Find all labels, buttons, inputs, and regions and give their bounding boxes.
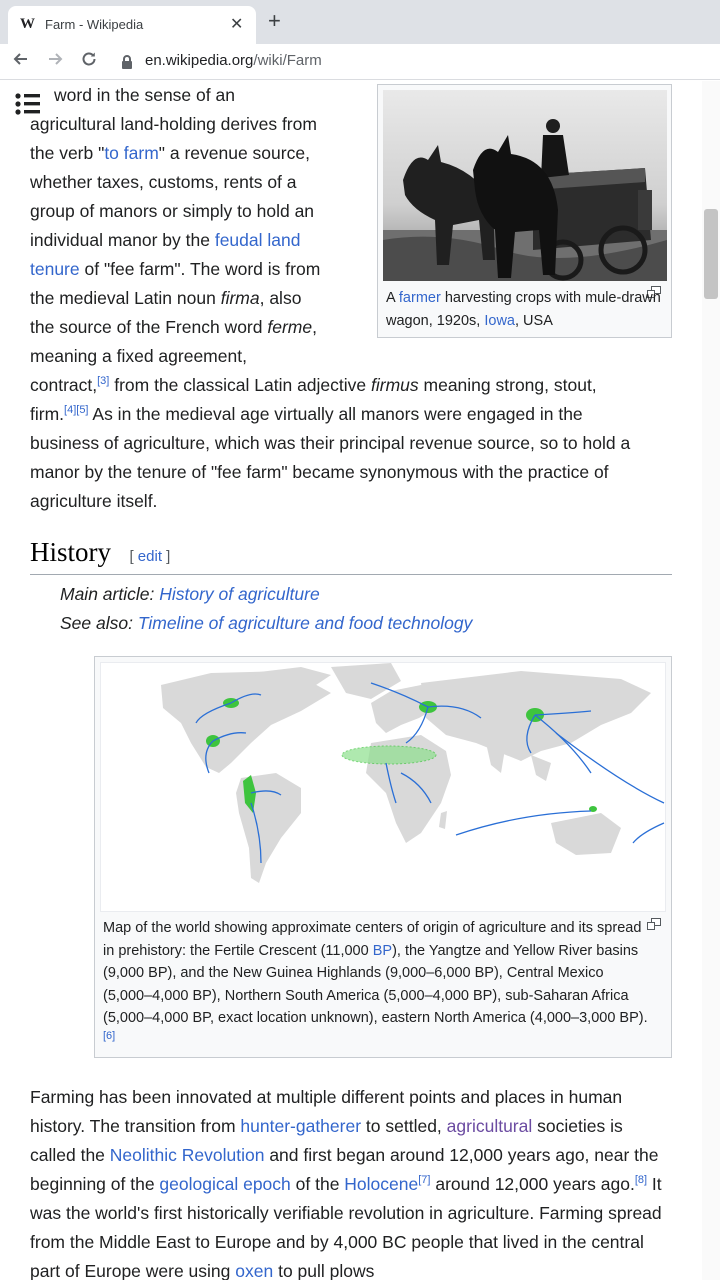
forward-arrow-icon[interactable]	[46, 50, 64, 72]
link-bp[interactable]: BP	[373, 943, 392, 959]
text-run: ,	[312, 317, 317, 337]
link-to-farm[interactable]: to farm	[104, 143, 158, 163]
url-host: en.wikipedia.org	[145, 52, 254, 69]
caption-text: A	[386, 290, 399, 306]
url-path: /wiki/Farm	[253, 52, 322, 69]
link-hunter-gatherer[interactable]: hunter-gatherer	[240, 1116, 361, 1136]
text-run: of the	[290, 1174, 345, 1194]
section-title: History	[30, 537, 111, 567]
text-run: As in the medieval age virtually all man…	[88, 404, 583, 424]
history-section-heading: History [ edit ]	[30, 537, 672, 575]
text-line: manor by the tenure of "fee farm" became…	[30, 462, 609, 482]
text-line: the verb "to farm" a revenue source,	[30, 139, 365, 168]
hatnote-label: See also:	[60, 613, 138, 633]
italic-term: ferme	[267, 317, 313, 337]
italic-term: firma	[220, 288, 260, 308]
text-run: individual manor by the	[30, 230, 215, 250]
lock-icon[interactable]	[120, 54, 134, 70]
text-line: word in the sense of an	[54, 85, 235, 105]
citation-4-5[interactable]: [4][5]	[64, 404, 88, 416]
farmer-figure-caption: A farmer harvesting crops with mule-draw…	[386, 287, 664, 333]
text-run: to pull plows	[273, 1261, 375, 1280]
link-feudal-land[interactable]: feudal land	[215, 230, 301, 250]
text-run: the medieval Latin noun	[30, 288, 221, 308]
agriculture-origin-map-figure: Map of the world showing approximate cen…	[94, 656, 672, 1058]
link-iowa[interactable]: Iowa	[484, 313, 515, 329]
browser-toolbar: en.wikipedia.org/wiki/Farm	[0, 44, 720, 80]
link-timeline-agriculture[interactable]: Timeline of agriculture and food technol…	[138, 613, 473, 633]
text-run: firm.	[30, 404, 65, 424]
link-agricultural[interactable]: agricultural	[447, 1116, 533, 1136]
main-article-hatnote: Main article: History of agriculture	[60, 584, 320, 605]
close-tab-icon[interactable]: ✕	[230, 14, 243, 34]
text-run: from the classical Latin adjective	[109, 375, 372, 395]
new-tab-icon[interactable]: +	[268, 10, 281, 32]
link-farmer[interactable]: farmer	[399, 290, 441, 306]
edit-link[interactable]: edit	[138, 548, 162, 565]
link-history-of-agriculture[interactable]: History of agriculture	[159, 584, 319, 604]
text-line: tenure of "fee farm". The word is from	[30, 255, 365, 284]
edit-section: [ edit ]	[129, 548, 170, 565]
text-run: meaning strong, stout,	[418, 375, 597, 395]
text-run: " a revenue source,	[158, 143, 310, 163]
text-run: of "fee farm". The word is from	[79, 259, 321, 279]
table-of-contents-icon[interactable]	[14, 91, 42, 117]
text-line: group of manors or simply to hold an	[30, 201, 315, 221]
citation-6[interactable]: [6]	[103, 1030, 115, 1042]
hatnote-label: Main article:	[60, 584, 160, 604]
text-line: business of agriculture, which was their…	[30, 433, 631, 453]
address-bar[interactable]: en.wikipedia.org/wiki/Farm	[145, 52, 322, 69]
text-line: firm.[4][5] As in the medieval age virtu…	[30, 400, 672, 429]
citation-7[interactable]: [7]	[418, 1174, 430, 1186]
text-run: contract,	[30, 375, 98, 395]
text-line: agricultural land-holding derives from	[30, 114, 317, 134]
see-also-hatnote: See also: Timeline of agriculture and fo…	[60, 613, 472, 634]
reload-icon[interactable]	[80, 50, 98, 72]
text-line: individual manor by the feudal land	[30, 226, 365, 255]
text-run: to settled,	[361, 1116, 447, 1136]
text-run: the source of the French word	[30, 317, 268, 337]
text-line: the source of the French word ferme,	[30, 313, 365, 342]
link-geological-epoch[interactable]: geological epoch	[159, 1174, 290, 1194]
browser-tab[interactable]: W Farm - Wikipedia ✕	[8, 6, 256, 44]
map-figure-caption: Map of the world showing approximate cen…	[103, 917, 651, 1052]
history-paragraph: Farming has been innovated at multiple d…	[30, 1083, 672, 1280]
link-tenure[interactable]: tenure	[30, 259, 80, 279]
link-neolithic-revolution[interactable]: Neolithic Revolution	[110, 1145, 265, 1165]
caption-text: , USA	[515, 313, 553, 329]
tab-strip: W Farm - Wikipedia ✕ +	[0, 0, 720, 44]
text-run: , also	[259, 288, 302, 308]
bracket: ]	[161, 548, 171, 565]
bracket: [	[129, 548, 138, 565]
text-line: agriculture itself.	[30, 491, 158, 511]
text-line: contract,[3] from the classical Latin ad…	[30, 371, 672, 400]
tab-title: Farm - Wikipedia	[45, 17, 144, 32]
citation-8[interactable]: [8]	[635, 1174, 647, 1186]
italic-term: firmus	[371, 375, 419, 395]
farmer-wagon-photo[interactable]	[383, 90, 667, 281]
world-map-image[interactable]	[100, 662, 666, 912]
text-line: the medieval Latin noun firma, also	[30, 284, 365, 313]
link-holocene[interactable]: Holocene	[344, 1174, 418, 1194]
article-viewport: word in the sense of an agricultural lan…	[0, 81, 720, 1280]
scrollbar-thumb[interactable]	[704, 209, 718, 299]
link-oxen[interactable]: oxen	[235, 1261, 273, 1280]
text-run: the verb "	[30, 143, 105, 163]
text-run: around 12,000 years ago.	[430, 1174, 635, 1194]
text-line: meaning a fixed agreement,	[30, 346, 247, 366]
wikipedia-favicon-icon: W	[20, 16, 35, 32]
text-line: whether taxes, customs, rents of a	[30, 172, 297, 192]
farmer-figure: A farmer harvesting crops with mule-draw…	[377, 84, 672, 338]
citation-3[interactable]: [3]	[97, 375, 109, 387]
back-arrow-icon[interactable]	[12, 50, 30, 72]
